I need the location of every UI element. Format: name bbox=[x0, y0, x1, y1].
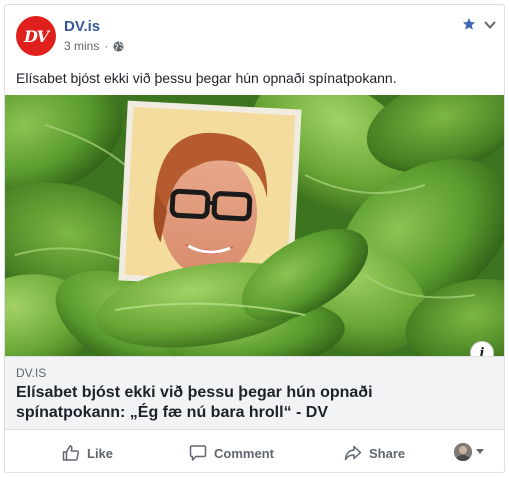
link-preview-image[interactable] bbox=[5, 95, 504, 356]
post-message: Elísabet bjóst ekki við þessu þegar hún … bbox=[16, 70, 397, 86]
action-bar: Like Comment Share bbox=[5, 437, 504, 469]
spinach-photo bbox=[5, 95, 504, 356]
page-avatar[interactable]: DV bbox=[16, 16, 56, 56]
star-icon[interactable] bbox=[462, 17, 476, 31]
page-name-link[interactable]: DV.is bbox=[64, 18, 100, 35]
link-preview-info[interactable]: DV.IS Elísabet bjóst ekki við þessu þega… bbox=[5, 356, 504, 430]
comment-button[interactable]: Comment bbox=[189, 444, 274, 462]
globe-icon[interactable] bbox=[113, 40, 124, 52]
user-avatar bbox=[454, 443, 472, 461]
share-button[interactable]: Share bbox=[344, 444, 405, 462]
share-arrow-icon bbox=[344, 445, 362, 461]
chevron-down-icon[interactable] bbox=[484, 20, 496, 30]
speech-bubble-icon bbox=[189, 445, 207, 461]
caret-down-icon bbox=[476, 449, 484, 454]
link-domain: DV.IS bbox=[16, 366, 47, 380]
post-header: DV DV.is 3 mins · bbox=[5, 5, 504, 65]
thumbs-up-icon bbox=[62, 445, 79, 461]
link-headline[interactable]: Elísabet bjóst ekki við þessu þegar hún … bbox=[16, 383, 486, 423]
comment-label: Comment bbox=[214, 445, 274, 461]
post-card: DV DV.is 3 mins · Elísabet bjóst ekki vi… bbox=[4, 4, 505, 473]
avatar-logo-text: DV bbox=[23, 26, 49, 46]
post-timestamp[interactable]: 3 mins bbox=[64, 39, 99, 53]
post-meta: 3 mins · bbox=[64, 39, 124, 53]
post-as-selector[interactable] bbox=[454, 443, 484, 461]
share-label: Share bbox=[369, 445, 406, 461]
like-label: Like bbox=[87, 445, 114, 461]
meta-separator: · bbox=[104, 39, 109, 53]
like-button[interactable]: Like bbox=[62, 444, 113, 462]
